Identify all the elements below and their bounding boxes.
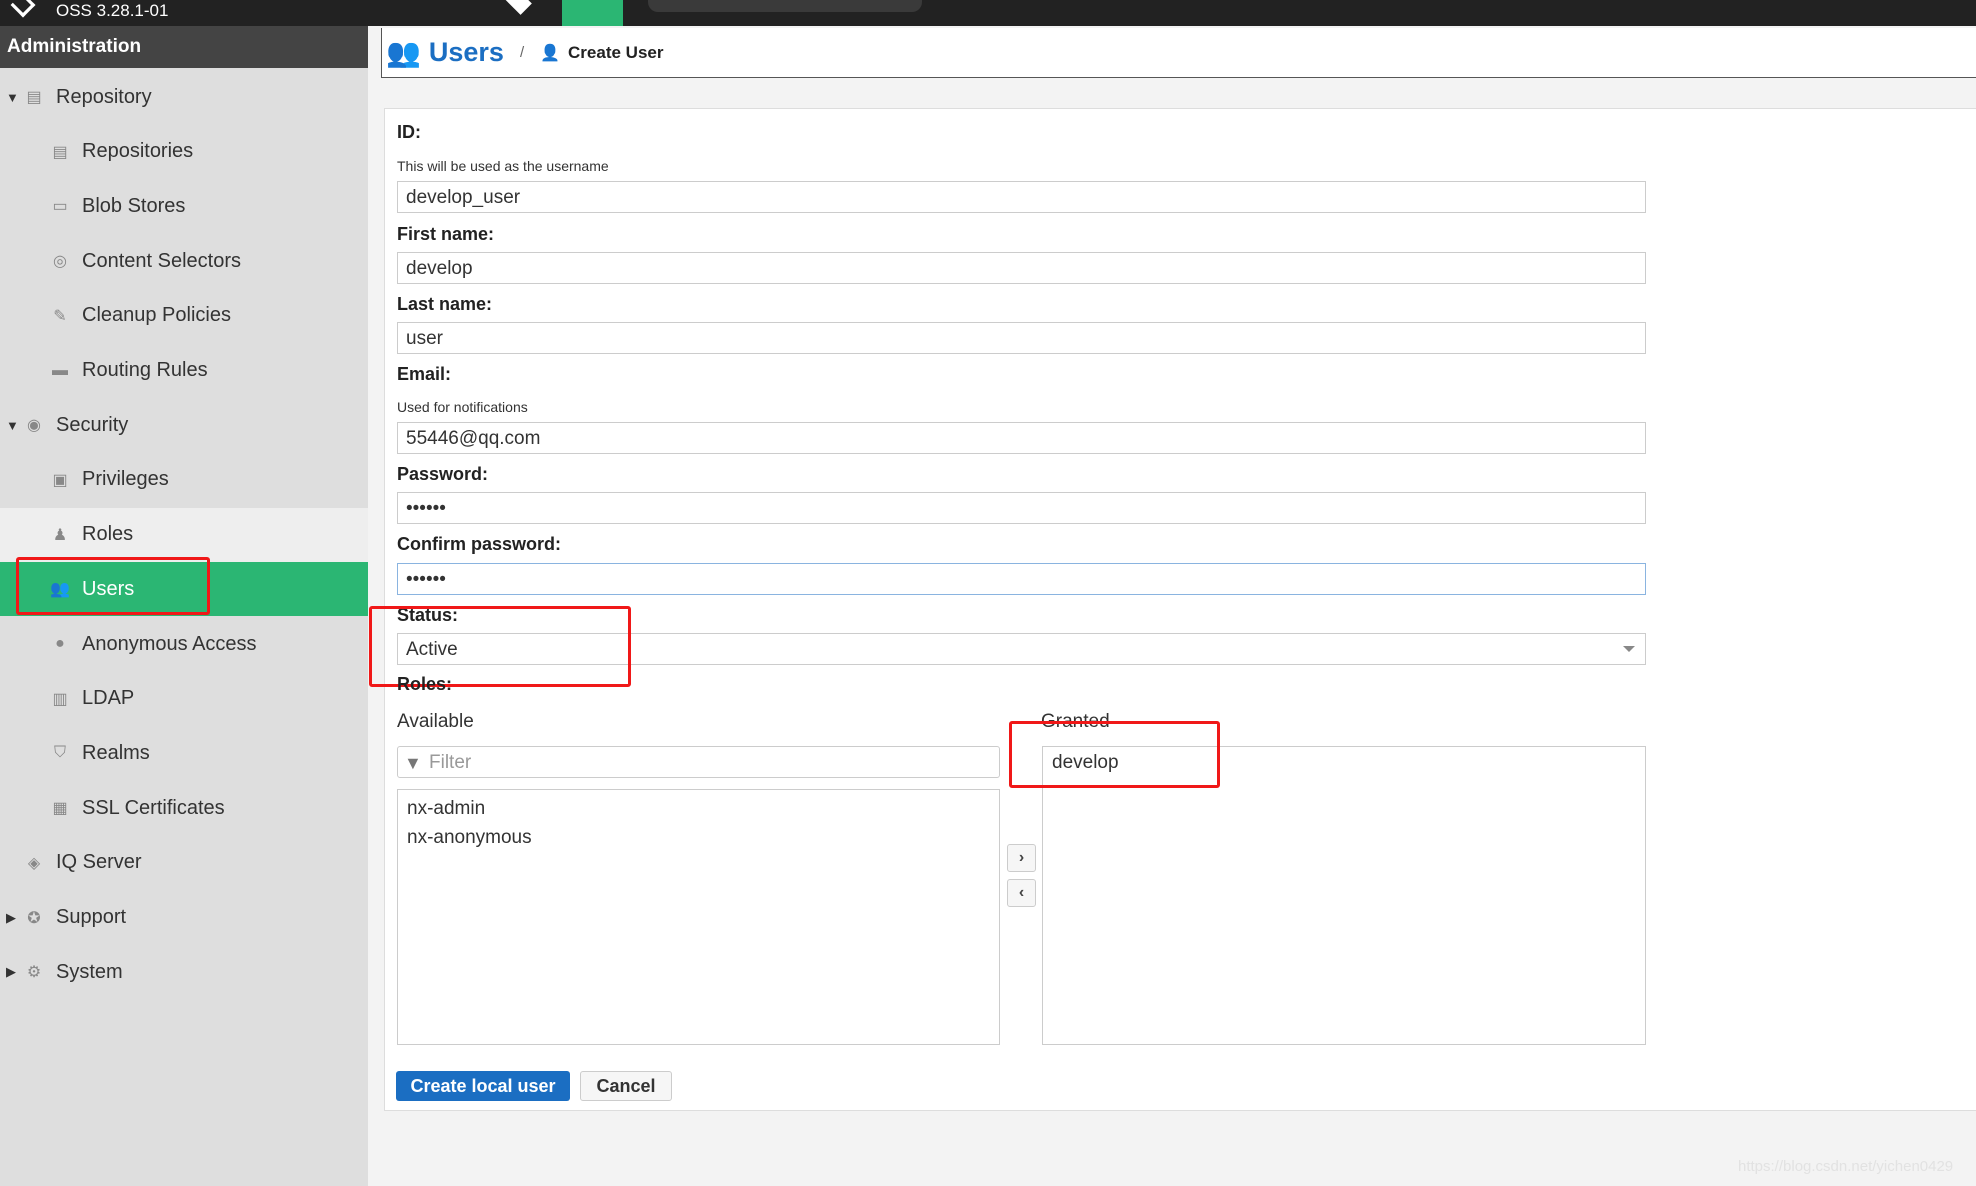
chevron-down-icon [1623, 646, 1635, 658]
sidebar-item-blob-stores[interactable]: ▭ Blob Stores [0, 179, 368, 233]
sidebar-item-label: Routing Rules [82, 359, 208, 381]
sidebar-item-cleanup-policies[interactable]: ✎ Cleanup Policies [0, 289, 368, 343]
confirm-password-field[interactable]: •••••• [397, 563, 1646, 595]
available-roles-list[interactable]: nx-admin nx-anonymous [397, 789, 1000, 1045]
users-icon: 👥 [386, 37, 421, 68]
router-icon: ▬ [52, 361, 68, 379]
sidebar-item-support[interactable]: ▶ ✪ Support [0, 891, 368, 945]
sidebar-item-label: Realms [82, 741, 150, 764]
caret-icon[interactable]: ▶ [6, 964, 24, 980]
email-field[interactable]: 55446@qq.com [397, 422, 1646, 454]
cancel-button[interactable]: Cancel [580, 1071, 672, 1101]
sidebar-item-privileges[interactable]: ▣ Privileges [0, 453, 368, 507]
gear-icon: ⚙ [26, 964, 42, 982]
sidebar-item-label: Support [56, 906, 127, 928]
filter-icon: ▼ [404, 753, 422, 773]
watermark: https://blog.csdn.net/yichen0429 [1738, 1158, 1954, 1175]
sidebar-item-label: Repositories [82, 140, 194, 163]
add-role-button[interactable]: › [1007, 844, 1036, 872]
first-name-label: First name: [397, 224, 495, 244]
sidebar-item-security[interactable]: ▼ ◉ Security [0, 398, 368, 452]
sidebar-item-label: Roles [82, 523, 134, 546]
iq-icon: ◈ [27, 854, 41, 872]
certificate-icon: ▦ [52, 800, 68, 818]
sidebar-item-label: Privileges [82, 468, 169, 491]
user-icon: 👤 [540, 44, 561, 62]
browse-icon[interactable] [502, 0, 532, 15]
book-icon: ▥ [52, 690, 68, 708]
sidebar-item-repositories[interactable]: ▤ Repositories [0, 125, 368, 179]
caret-icon[interactable]: ▼ [6, 418, 24, 433]
server-icon: ▭ [52, 198, 68, 216]
breadcrumb-current: Create User [568, 42, 664, 62]
database-icon: ▤ [26, 89, 42, 106]
sidebar-item-routing-rules[interactable]: ▬ Routing Rules [0, 344, 368, 398]
sidebar-item-label: Blob Stores [82, 194, 186, 217]
last-name-field[interactable]: user [397, 322, 1646, 354]
person-icon: ● [55, 635, 65, 652]
role-icon: ♟ [52, 526, 68, 544]
sidebar-item-label: IQ Server [56, 851, 142, 874]
breadcrumb-separator: / [519, 44, 525, 61]
broom-icon: ✎ [53, 307, 67, 325]
granted-roles-list[interactable]: develop [1042, 746, 1646, 1045]
sidebar-item-roles[interactable]: ♟ Roles [0, 507, 368, 562]
sidebar-item-ldap[interactable]: ▥ LDAP [0, 672, 368, 726]
filter-placeholder: Filter [429, 752, 472, 773]
sidebar-item-label: Repository [56, 85, 152, 108]
filter-input[interactable]: ▼ Filter [397, 746, 1000, 778]
page-title[interactable]: Users [429, 37, 504, 68]
sidebar-item-label: Anonymous Access [82, 632, 257, 655]
chevron-left-icon: ‹ [1018, 884, 1025, 901]
id-label: ID: [397, 122, 421, 142]
password-field[interactable]: •••••• [397, 492, 1646, 524]
logo-icon [10, 0, 36, 18]
create-local-user-button[interactable]: Create local user [396, 1071, 570, 1101]
sidebar-item-iq-server[interactable]: ◈ IQ Server [0, 836, 368, 890]
confirm-password-label: Confirm password: [397, 534, 562, 554]
search-input[interactable] [648, 0, 922, 12]
sidebar-item-label: SSL Certificates [82, 796, 225, 819]
sidebar-item-label: Cleanup Policies [82, 304, 231, 327]
admin-gear-tab[interactable] [562, 0, 623, 26]
id-field[interactable]: develop_user [397, 181, 1646, 213]
sidebar-item-anonymous-access[interactable]: ● Anonymous Access [0, 617, 368, 671]
email-hint: Used for notifications [397, 399, 528, 415]
sidebar-item-label: System [56, 960, 123, 983]
highlight-box-users [16, 557, 210, 615]
sidebar-item-ssl-certificates[interactable]: ▦ SSL Certificates [0, 781, 368, 835]
highlight-box-granted [1009, 721, 1220, 788]
sidebar-item-label: LDAP [82, 687, 135, 710]
sidebar-item-repository[interactable]: ▼ ▤ Repository [0, 70, 368, 124]
caret-icon[interactable]: ▼ [6, 90, 24, 105]
shield-icon: ⛉ [53, 744, 66, 762]
id-hint: This will be used as the username [397, 158, 609, 174]
top-bar: OSS 3.28.1-01 [0, 0, 1976, 26]
list-item-nx-admin[interactable]: nx-admin [407, 794, 990, 823]
database-icon: ▤ [52, 143, 68, 161]
roles-label: Roles: [397, 674, 453, 694]
eye-icon: ◉ [27, 417, 41, 435]
selector-icon: ◎ [53, 253, 67, 271]
last-name-label: Last name: [397, 294, 493, 314]
sidebar-item-label: Content Selectors [82, 249, 241, 272]
sidebar-item-label: Security [56, 413, 129, 436]
list-item-nx-anonymous[interactable]: nx-anonymous [407, 823, 990, 852]
lifebuoy-icon: ✪ [27, 909, 41, 927]
first-name-field[interactable]: develop [397, 252, 1646, 284]
sidebar-item-system[interactable]: ▶ ⚙ System [0, 945, 368, 999]
badge-icon: ▣ [52, 471, 68, 489]
page-header: 👥 Users / 👤 Create User [381, 28, 1976, 78]
password-label: Password: [397, 464, 489, 484]
email-label: Email: [397, 364, 452, 384]
available-label: Available [397, 711, 474, 732]
remove-role-button[interactable]: ‹ [1007, 879, 1036, 907]
caret-icon[interactable]: ▶ [6, 910, 24, 926]
sidebar-header: Administration [0, 26, 368, 68]
sidebar-item-realms[interactable]: ⛉ Realms [0, 726, 368, 780]
version-label: OSS 3.28.1-01 [56, 1, 169, 20]
chevron-right-icon: › [1018, 849, 1025, 866]
sidebar-item-content-selectors[interactable]: ◎ Content Selectors [0, 234, 368, 288]
